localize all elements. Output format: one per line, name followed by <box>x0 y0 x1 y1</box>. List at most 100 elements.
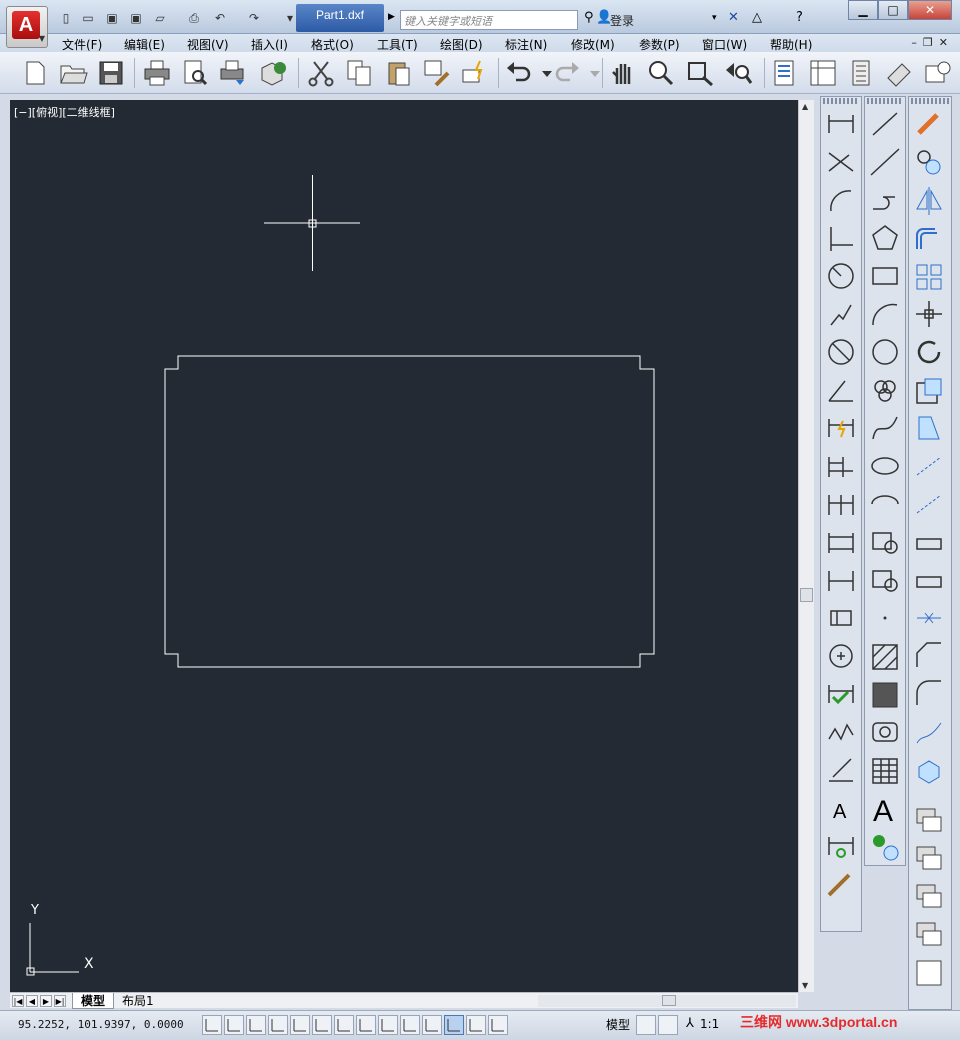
extend-icon[interactable] <box>911 487 947 521</box>
dimension-space-icon[interactable] <box>823 525 859 559</box>
tool-palettes-icon[interactable] <box>846 58 876 88</box>
new-icon[interactable] <box>20 58 50 88</box>
publish-icon[interactable] <box>218 58 248 88</box>
menu-window[interactable]: 窗口(W) <box>702 36 747 53</box>
erase-icon[interactable] <box>911 107 947 141</box>
first-tab-icon[interactable]: |◀ <box>12 995 24 1007</box>
quick-properties-icon[interactable] <box>466 1015 486 1035</box>
redo-icon[interactable] <box>552 58 582 88</box>
exchange-icon[interactable]: ✕ <box>728 10 739 26</box>
jogged-dimension-icon[interactable] <box>823 297 859 331</box>
dimension-text-edit-icon[interactable]: A <box>823 791 859 825</box>
region-icon[interactable] <box>867 715 903 749</box>
tab-model[interactable]: 模型 <box>72 993 115 1009</box>
selection-cycling-icon[interactable] <box>488 1015 508 1035</box>
transparency-icon[interactable] <box>444 1015 464 1035</box>
zoom-realtime-icon[interactable] <box>646 58 676 88</box>
array-icon[interactable] <box>911 259 947 293</box>
tab-layout1[interactable]: 布局1 <box>114 993 162 1009</box>
quick-view-layouts-icon[interactable] <box>636 1015 656 1035</box>
scrollbar-thumb[interactable] <box>800 588 813 602</box>
object-snap-tracking-icon[interactable] <box>356 1015 376 1035</box>
ellipse-arc-icon[interactable] <box>867 487 903 521</box>
arc-length-icon[interactable] <box>823 183 859 217</box>
application-menu-button[interactable]: A ▼ <box>6 6 48 48</box>
undo-icon[interactable] <box>504 58 534 88</box>
grid-display-icon[interactable] <box>246 1015 266 1035</box>
show-lineweight-icon[interactable] <box>422 1015 442 1035</box>
menu-modify[interactable]: 修改(M) <box>571 36 615 53</box>
annotation-scale[interactable]: 1:1 <box>700 1017 719 1031</box>
new-icon[interactable]: ▯ <box>58 10 74 26</box>
open-icon[interactable]: ▭ <box>80 10 96 26</box>
quick-view-drawings-icon[interactable] <box>658 1015 678 1035</box>
object-snap-icon[interactable] <box>312 1015 332 1035</box>
rectangle-icon[interactable] <box>867 259 903 293</box>
mirror-icon[interactable] <box>911 183 947 217</box>
dimension-update-icon[interactable] <box>823 829 859 863</box>
save-icon[interactable]: ▣ <box>104 10 120 26</box>
point-icon[interactable] <box>867 601 903 635</box>
draw-order-below-icon[interactable] <box>911 917 947 951</box>
model-space-button[interactable]: 模型 <box>606 1016 630 1033</box>
save-icon[interactable] <box>96 58 126 88</box>
ordinate-dimension-icon[interactable] <box>823 221 859 255</box>
copy-icon[interactable] <box>344 58 374 88</box>
rotate-icon[interactable] <box>911 335 947 369</box>
baseline-dimension-icon[interactable] <box>823 449 859 483</box>
table-icon[interactable] <box>867 753 903 787</box>
maximize-button[interactable]: □ <box>878 0 908 20</box>
login-button[interactable]: 登录 <box>610 12 634 29</box>
explode-icon[interactable] <box>911 753 947 787</box>
linear-dimension-icon[interactable] <box>823 107 859 141</box>
scroll-down-icon[interactable]: ▼ <box>802 981 808 990</box>
scrollbar-thumb[interactable] <box>662 995 676 1006</box>
menu-draw[interactable]: 绘图(D) <box>440 36 483 53</box>
document-tab[interactable]: Part1.dxf <box>296 4 384 32</box>
drawing-area[interactable]: [−][俯视][二维线框] Y X <box>10 100 798 992</box>
prev-tab-icon[interactable]: ◀ <box>26 995 38 1007</box>
dimension-style-icon[interactable] <box>823 867 859 901</box>
redo-icon[interactable]: ↷ <box>246 10 262 26</box>
gradient-icon[interactable] <box>867 677 903 711</box>
3d-dwf-icon[interactable] <box>258 58 288 88</box>
menu-parametric[interactable]: 参数(P) <box>639 36 680 53</box>
offset-icon[interactable] <box>911 221 947 255</box>
chamfer-icon[interactable] <box>911 639 947 673</box>
tolerance-icon[interactable] <box>823 601 859 635</box>
plot-icon[interactable]: ⎙ <box>186 10 202 26</box>
dimension-break-icon[interactable] <box>823 563 859 597</box>
construction-line-icon[interactable] <box>867 145 903 179</box>
mdi-window-controls[interactable]: –❐✕ <box>911 36 954 49</box>
open-icon[interactable] <box>58 58 88 88</box>
continue-dimension-icon[interactable] <box>823 487 859 521</box>
move-icon[interactable] <box>911 297 947 331</box>
plot-preview-icon[interactable] <box>180 58 210 88</box>
undo-icon[interactable]: ↶ <box>212 10 228 26</box>
zoom-window-icon[interactable] <box>686 58 716 88</box>
ortho-mode-icon[interactable] <box>268 1015 288 1035</box>
plot-icon[interactable] <box>142 58 172 88</box>
close-button[interactable]: ✕ <box>908 0 952 20</box>
menu-help[interactable]: 帮助(H) <box>770 36 812 53</box>
dimension-edit-icon[interactable] <box>823 753 859 787</box>
pan-icon[interactable] <box>608 58 638 88</box>
publish-icon[interactable]: ▱ <box>152 10 168 26</box>
menu-insert[interactable]: 插入(I) <box>251 36 288 53</box>
binoculars-icon[interactable]: ⚲ <box>584 10 594 26</box>
markup-set-icon[interactable] <box>922 58 952 88</box>
properties-icon[interactable] <box>770 58 800 88</box>
insert-block-icon[interactable] <box>867 525 903 559</box>
line-icon[interactable] <box>867 107 903 141</box>
snap-mode-icon[interactable] <box>224 1015 244 1035</box>
draw-order-front-icon[interactable] <box>911 803 947 837</box>
make-block-icon[interactable] <box>867 563 903 597</box>
login-dropdown-icon[interactable]: ▾ <box>712 10 717 26</box>
diameter-dimension-icon[interactable] <box>823 335 859 369</box>
inspection-icon[interactable] <box>823 677 859 711</box>
cut-icon[interactable] <box>306 58 336 88</box>
vertical-scrollbar[interactable]: ▲ ▼ <box>798 100 814 992</box>
angular-dimension-icon[interactable] <box>823 373 859 407</box>
search-expand-icon[interactable]: ▶ <box>388 12 395 22</box>
save-as-icon[interactable]: ▣ <box>128 10 144 26</box>
